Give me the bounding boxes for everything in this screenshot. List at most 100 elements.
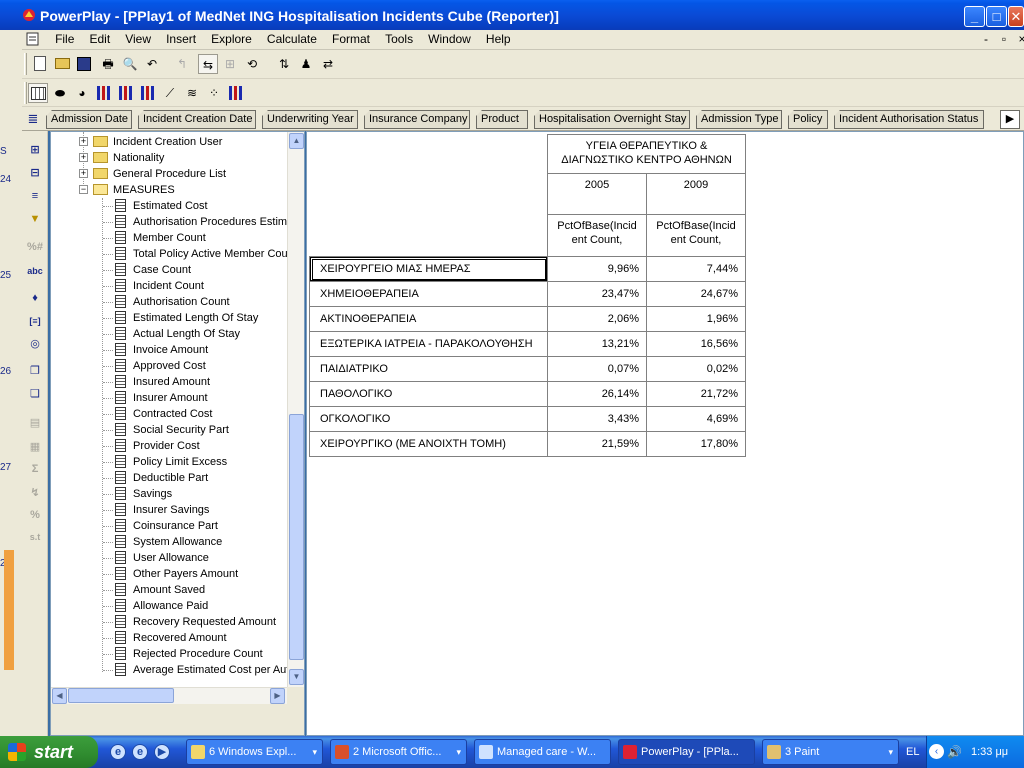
tree-measure-item[interactable]: Approved Cost (51, 358, 287, 374)
data-cell[interactable]: 4,69% (646, 406, 746, 432)
crosstab-display-icon[interactable] (28, 83, 48, 103)
dimension-tab-admission-type[interactable]: Admission Type (696, 110, 782, 129)
tree-measure-item[interactable]: Average Estimated Cost per Aut (51, 662, 287, 678)
data-cell[interactable]: 21,72% (646, 381, 746, 407)
dimension-tab-hospitalisation-overnight-stay[interactable]: Hospitalisation Overnight Stay (534, 110, 690, 129)
calc-icon[interactable]: ▦ (25, 437, 45, 457)
clustered-bar-icon[interactable] (116, 83, 136, 103)
subtotal-icon[interactable]: s.t (25, 527, 45, 547)
dimension-tab-policy[interactable]: Policy (788, 110, 828, 129)
scroll-thumb[interactable] (68, 688, 174, 703)
insert-rows-icon[interactable]: ⊞ (25, 140, 45, 160)
task-microsoft-office[interactable]: 2 Microsoft Offic... ▾ (330, 739, 467, 765)
rank-icon[interactable]: ♟ (296, 54, 316, 74)
start-button[interactable]: start (0, 736, 98, 768)
tree-measure-item[interactable]: System Allowance (51, 534, 287, 550)
menu-help[interactable]: Help (480, 30, 517, 48)
percent-of-icon[interactable]: % (25, 505, 45, 525)
stacked-bar-icon[interactable] (138, 83, 158, 103)
data-cell[interactable]: 0,07% (547, 356, 647, 382)
save-icon[interactable] (74, 54, 94, 74)
mdi-close-button[interactable]: × (1014, 32, 1024, 46)
row-header[interactable]: ΧΕΙΡΟΥΡΓΕΙΟ ΜΙΑΣ ΗΜΕΡΑΣ (309, 256, 548, 282)
tree-measure-item[interactable]: Invoice Amount (51, 342, 287, 358)
percent-icon[interactable]: %# (25, 237, 45, 257)
tree-measure-item[interactable]: Insurer Savings (51, 502, 287, 518)
spell-icon[interactable]: abc (25, 261, 45, 281)
expand-icon[interactable]: + (79, 169, 88, 178)
tree-measure-item[interactable]: Incident Count (51, 278, 287, 294)
internet-explorer-icon[interactable]: e (110, 744, 126, 760)
browser-icon[interactable]: e (132, 744, 148, 760)
tree-measure-item[interactable]: Recovery Requested Amount (51, 614, 287, 630)
column-header-measure[interactable]: PctOfBase(Incid ent Count, (646, 214, 746, 257)
mdi-restore-button[interactable]: ▫ (996, 32, 1012, 46)
menu-file[interactable]: File (49, 30, 80, 48)
maximize-button[interactable]: □ (986, 6, 1007, 27)
tree-measure-item[interactable]: Coinsurance Part (51, 518, 287, 534)
tree-measure-item[interactable]: Actual Length Of Stay (51, 326, 287, 342)
data-cell[interactable]: 23,47% (547, 281, 647, 307)
tree-measure-item[interactable]: Insured Amount (51, 374, 287, 390)
clock[interactable]: 1:33 μμ (971, 736, 1008, 768)
tree-measure-item[interactable]: Rejected Procedure Count (51, 646, 287, 662)
scroll-left-button[interactable]: ◀ (52, 688, 67, 704)
tree-measure-item[interactable]: Contracted Cost (51, 406, 287, 422)
mdi-minimize-button[interactable]: - (978, 32, 994, 46)
column-header-year[interactable]: 2009 (646, 173, 746, 215)
title-bar[interactable]: PowerPlay - [PPlay1 of MedNet ING Hospit… (0, 0, 1024, 30)
tree-horizontal-scrollbar[interactable]: ◀ ▶ (51, 687, 287, 704)
tree-measure-item[interactable]: Member Count (51, 230, 287, 246)
crosstab-swap-icon[interactable]: ⇆ (198, 54, 218, 74)
volume-icon[interactable]: 🔊 (947, 736, 962, 768)
tree-measure-item[interactable]: Authorisation Procedures Estima (51, 214, 287, 230)
tree-folder[interactable]: + General Procedure List (51, 166, 287, 182)
tree-measure-item[interactable]: Allowance Paid (51, 598, 287, 614)
task-windows-explorer[interactable]: 6 Windows Expl... ▾ (186, 739, 323, 765)
tree-measure-item[interactable]: Deductible Part (51, 470, 287, 486)
task-managed-care[interactable]: Managed care - W... (474, 739, 611, 765)
collapse-icon[interactable]: − (79, 185, 88, 194)
data-cell[interactable]: 16,56% (646, 331, 746, 357)
find-icon[interactable]: ♦ (25, 288, 45, 308)
scroll-thumb[interactable] (289, 414, 304, 660)
tree-measure-item[interactable]: Provider Cost (51, 438, 287, 454)
toolbar-grip[interactable] (24, 53, 27, 75)
locate-icon[interactable]: ◎ (25, 334, 45, 354)
swap-rows-cols-icon[interactable]: ⇄ (318, 54, 338, 74)
rank-icon[interactable]: ↯ (25, 483, 45, 503)
3d-bar-icon[interactable] (226, 83, 246, 103)
layers-icon[interactable]: ≣ (25, 111, 41, 127)
paste-icon[interactable]: ❏ (25, 384, 45, 404)
tree-measure-item[interactable]: Policy Limit Excess (51, 454, 287, 470)
column-header-year[interactable]: 2005 (547, 173, 647, 215)
tree-vertical-scrollbar[interactable]: ▲ ▼ (287, 132, 304, 687)
scroll-up-button[interactable]: ▲ (289, 133, 304, 149)
row-header[interactable]: ΧΕΙΡΟΥΡΓΙΚΟ (ΜΕ ΑΝΟΙΧΤΗ ΤΟΜΗ) (309, 431, 548, 457)
data-cell[interactable]: 7,44% (646, 256, 746, 282)
menu-insert[interactable]: Insert (160, 30, 202, 48)
toolbar-grip[interactable] (24, 82, 27, 104)
simple-bar-icon[interactable] (94, 83, 114, 103)
menu-explore[interactable]: Explore (205, 30, 258, 48)
language-indicator[interactable]: EL (906, 736, 926, 768)
undo-icon[interactable]: ↶ (142, 54, 162, 74)
tree-measure-item[interactable]: Insurer Amount (51, 390, 287, 406)
data-cell[interactable]: 0,02% (646, 356, 746, 382)
expand-icon[interactable]: + (79, 137, 88, 146)
add-icon[interactable]: ⊞ (220, 54, 240, 74)
task-powerplay[interactable]: PowerPlay - [PPla... (618, 739, 755, 765)
print-preview-icon[interactable]: 🔍 (120, 54, 140, 74)
sort-icon[interactable]: ⇅ (274, 54, 294, 74)
column-header-provider[interactable]: ΥΓΕΙΑ ΘΕΡΑΠΕΥΤΙΚΟ & ΔΙΑΓΝΩΣΤΙΚΟ ΚΕΝΤΡΟ Α… (547, 134, 746, 174)
multiline-chart-icon[interactable]: ≋ (182, 83, 202, 103)
menu-tools[interactable]: Tools (379, 30, 419, 48)
tray-expand-icon[interactable]: ‹ (929, 744, 944, 759)
tree-measure-item[interactable]: Social Security Part (51, 422, 287, 438)
data-cell[interactable]: 9,96% (547, 256, 647, 282)
row-header[interactable]: ΟΓΚΟΛΟΓΙΚΟ (309, 406, 548, 432)
expand-icon[interactable]: + (79, 153, 88, 162)
refresh-icon[interactable]: ⟲ (242, 54, 262, 74)
column-header-measure[interactable]: PctOfBase(Incid ent Count, (547, 214, 647, 257)
tree-measure-item[interactable]: Recovered Amount (51, 630, 287, 646)
